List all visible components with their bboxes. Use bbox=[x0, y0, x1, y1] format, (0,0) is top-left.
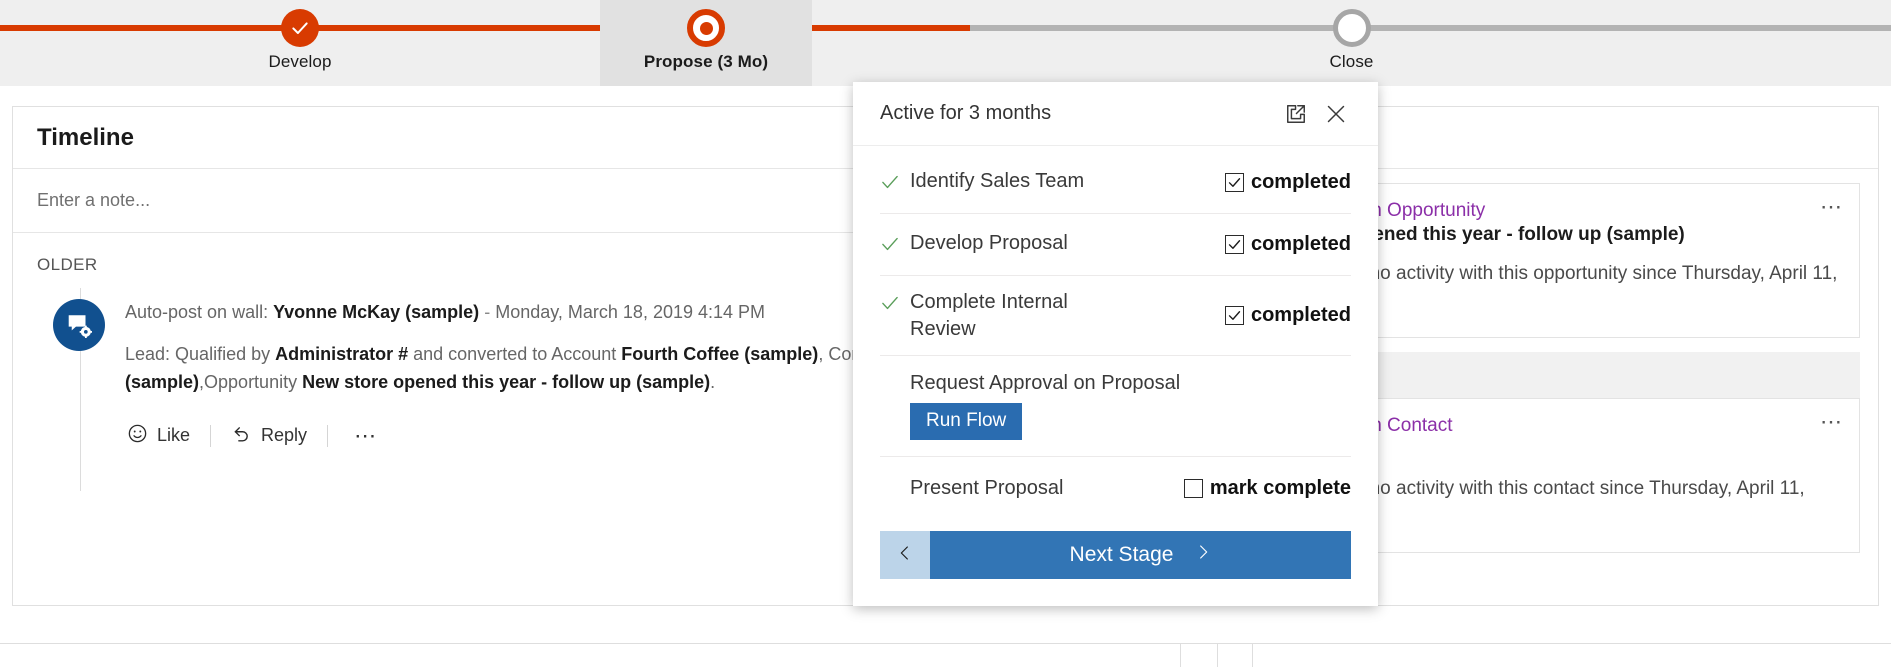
current-dot-icon bbox=[687, 9, 725, 47]
empty-circle-icon bbox=[1333, 9, 1371, 47]
stage-step-state: mark complete bbox=[1210, 477, 1351, 500]
business-process-bar: Develop Propose (3 Mo) Close bbox=[0, 0, 1891, 86]
check-icon bbox=[880, 289, 900, 318]
reply-label: Reply bbox=[261, 425, 307, 446]
run-flow-button[interactable]: Run Flow bbox=[910, 403, 1022, 440]
stage-label: Develop bbox=[268, 52, 331, 86]
check-icon bbox=[880, 168, 900, 197]
ellipsis-icon[interactable]: ⋯ bbox=[1820, 409, 1845, 435]
stage-step-state: completed bbox=[1251, 304, 1351, 327]
stage-step-left: Identify Sales Team bbox=[880, 168, 1225, 197]
stage-step-label: Complete Internal Review bbox=[910, 289, 1110, 343]
chevron-right-icon bbox=[1195, 541, 1211, 569]
close-icon[interactable] bbox=[1316, 94, 1356, 134]
stage-develop[interactable]: Develop bbox=[0, 0, 600, 86]
stage-step-left: Present Proposal bbox=[880, 475, 1184, 502]
stage-flyout-header: Active for 3 months bbox=[853, 82, 1378, 146]
stage-label: Propose (3 Mo) bbox=[644, 52, 768, 86]
post-body-text: Lead: Qualified by bbox=[125, 344, 275, 364]
post-prefix: Auto-post on wall: bbox=[125, 302, 268, 322]
action-divider bbox=[210, 425, 211, 447]
app-root: Develop Propose (3 Mo) Close Timeline O bbox=[0, 0, 1891, 667]
next-stage-button[interactable]: Next Stage bbox=[930, 531, 1351, 579]
stage-label: Close bbox=[1330, 52, 1374, 86]
check-icon bbox=[880, 230, 900, 259]
like-button[interactable]: Like bbox=[125, 421, 210, 451]
stage-step-status-toggle[interactable]: completed bbox=[1225, 233, 1351, 256]
checkbox-unchecked-icon[interactable] bbox=[1184, 479, 1203, 498]
ellipsis-icon[interactable]: ⋯ bbox=[1820, 194, 1845, 220]
post-body-emphasis: New store opened this year - follow up (… bbox=[302, 372, 710, 392]
stage-steps: Identify Sales Team completed Develop Pr… bbox=[853, 146, 1378, 519]
ellipsis-icon[interactable]: ⋯ bbox=[346, 423, 387, 449]
post-timestamp: Monday, March 18, 2019 4:14 PM bbox=[495, 302, 765, 322]
stage-propose[interactable]: Propose (3 Mo) bbox=[600, 0, 812, 86]
stage-step-status-toggle[interactable]: mark complete bbox=[1184, 477, 1351, 500]
checkbox-checked-icon[interactable] bbox=[1225, 306, 1244, 325]
stage-step-label: Request Approval on Proposal bbox=[880, 370, 1351, 397]
post-body-text: ,Opportunity bbox=[199, 372, 302, 392]
stage-close[interactable]: Close bbox=[812, 0, 1891, 86]
background-grid bbox=[0, 637, 1891, 667]
previous-stage-button[interactable] bbox=[880, 531, 930, 579]
stage-step-left: Develop Proposal bbox=[880, 230, 1225, 259]
check-icon bbox=[281, 9, 319, 47]
post-body-text: and converted to Account bbox=[408, 344, 621, 364]
action-divider bbox=[327, 425, 328, 447]
next-stage-label: Next Stage bbox=[1070, 543, 1174, 567]
post-body-text: . bbox=[710, 372, 715, 392]
stage-step-request-approval-on-proposal[interactable]: Request Approval on Proposal Run Flow bbox=[880, 356, 1351, 457]
stage-flyout-title: Active for 3 months bbox=[880, 102, 1276, 125]
stage-step-complete-internal-review[interactable]: Complete Internal Review completed bbox=[880, 276, 1351, 356]
stage-step-develop-proposal[interactable]: Develop Proposal completed bbox=[880, 214, 1351, 276]
checkbox-checked-icon[interactable] bbox=[1225, 173, 1244, 192]
post-separator: - bbox=[484, 302, 490, 322]
stage-step-status-toggle[interactable]: completed bbox=[1225, 304, 1351, 327]
post-author[interactable]: Yvonne McKay (sample) bbox=[273, 302, 479, 322]
stage-step-left: Complete Internal Review bbox=[880, 289, 1225, 343]
smiley-icon bbox=[127, 423, 148, 449]
stage-step-state: completed bbox=[1251, 233, 1351, 256]
timeline-title: Timeline bbox=[37, 124, 134, 152]
stage-step-label: Develop Proposal bbox=[910, 230, 1068, 257]
stage-step-label: Present Proposal bbox=[910, 475, 1063, 502]
stage-step-state: completed bbox=[1251, 171, 1351, 194]
stage-step-flow: Run Flow bbox=[880, 397, 1351, 456]
stage-flyout-footer: Next Stage bbox=[853, 519, 1378, 606]
stage-step-identify-sales-team[interactable]: Identify Sales Team completed bbox=[880, 152, 1351, 214]
reply-button[interactable]: Reply bbox=[229, 421, 327, 451]
auto-post-icon bbox=[53, 299, 105, 351]
post-body-emphasis: Administrator # bbox=[275, 344, 408, 364]
stage-step-present-proposal[interactable]: Present Proposal mark complete bbox=[880, 457, 1351, 519]
like-label: Like bbox=[157, 425, 190, 446]
post-body-emphasis: Fourth Coffee (sample) bbox=[621, 344, 818, 364]
next-stage-control[interactable]: Next Stage bbox=[880, 531, 1351, 579]
chevron-left-icon bbox=[897, 542, 913, 569]
stage-step-status-toggle[interactable]: completed bbox=[1225, 171, 1351, 194]
reply-arrow-icon bbox=[231, 423, 252, 449]
checkbox-checked-icon[interactable] bbox=[1225, 235, 1244, 254]
stage-flyout: Active for 3 months bbox=[853, 82, 1378, 606]
stage-step-label: Identify Sales Team bbox=[910, 168, 1084, 195]
popout-icon[interactable] bbox=[1276, 94, 1316, 134]
